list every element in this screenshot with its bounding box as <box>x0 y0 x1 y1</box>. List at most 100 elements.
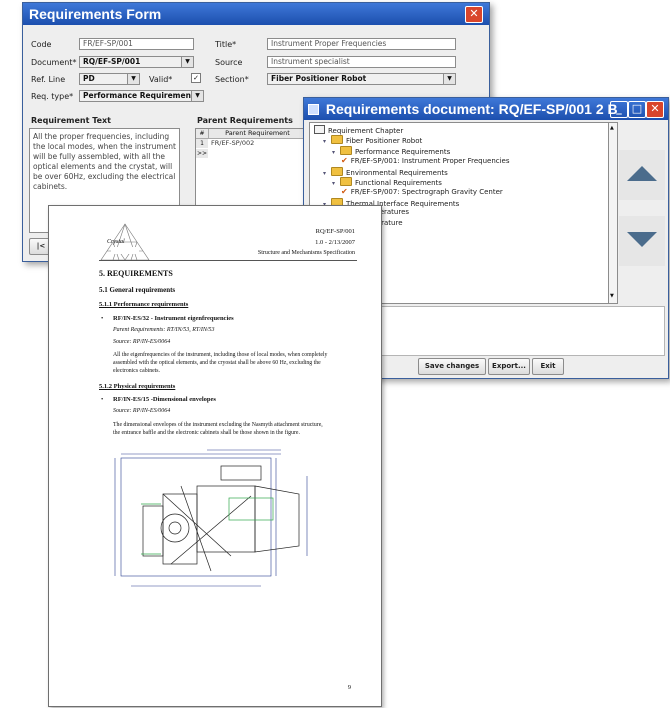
req1-body-line: electronics cabinets. <box>113 368 160 374</box>
folder-icon <box>331 135 343 145</box>
chevron-down-icon[interactable]: ▼ <box>191 91 203 101</box>
reqtype-combo[interactable]: Performance Requirement ▼ <box>79 90 204 102</box>
engineering-drawing <box>114 449 308 587</box>
doc-code: RQ/EF-SP/001 <box>315 228 355 235</box>
folder-icon <box>331 166 343 176</box>
expand-toggle-icon[interactable]: ▾ <box>323 169 331 178</box>
doc-version: 1.0 - 2/13/2007 <box>315 239 355 246</box>
tree-node[interactable]: ✔ FR/EF-SP/001: Instrument Proper Frequen… <box>341 156 510 166</box>
req2-source: Source: RP/IN-ES/0064 <box>113 408 171 414</box>
tree-node[interactable]: ✔ FR/EF-SP/007: Spectrograph Gravity Cent… <box>341 187 503 197</box>
move-up-button[interactable] <box>619 150 665 200</box>
tree-node-label: Functional Requirements <box>355 179 442 187</box>
header-rule <box>99 260 357 261</box>
save-changes-button[interactable]: Save changes <box>418 358 486 375</box>
row-name: FR/EF-SP/002 <box>211 139 255 147</box>
req2-body-line: The dimensional envelopes of the instrum… <box>113 422 323 428</box>
root-folder-icon <box>314 125 325 134</box>
tree-node-label: Environmental Requirements <box>346 168 448 177</box>
add-parent-button[interactable]: >> <box>196 149 208 158</box>
req2-body-line: the entrance baffle and the electronic c… <box>113 430 300 436</box>
arrow-up-icon <box>627 166 657 181</box>
logo-text: Crystal <box>107 239 125 245</box>
parent-heading: Parent Requirements <box>197 116 293 125</box>
code-label: Code <box>31 40 52 49</box>
doc-subject: Structure and Mechanisms Specification <box>257 250 355 256</box>
tree-scrollbar[interactable]: ▲ ▼ <box>608 122 618 304</box>
export-button[interactable]: Export... <box>488 358 530 375</box>
requirement-check-icon: ✔ <box>341 156 348 166</box>
section-label: Section* <box>215 75 249 84</box>
doc-title: Requirements document: RQ/EF-SP/001 2 B <box>325 101 618 117</box>
tree-node-label: FR/EF-SP/001: Instrument Proper Frequenc… <box>350 157 510 166</box>
title-label: Title* <box>215 40 237 49</box>
exit-button[interactable]: Exit <box>532 358 564 375</box>
refline-label: Ref. Line <box>31 75 66 84</box>
chevron-down-icon[interactable]: ▼ <box>127 74 139 84</box>
chevron-down-icon[interactable]: ▼ <box>181 57 193 67</box>
tree-node-label: Performance Requirements <box>355 147 451 156</box>
req1-title: RF/IN-ES/32 - Instrument eigenfrequencie… <box>113 315 234 322</box>
reqtext-heading: Requirement Text <box>31 116 111 125</box>
document-combo[interactable]: RQ/EF-SP/001 ▼ <box>79 56 194 68</box>
row-num: 1 <box>196 139 208 148</box>
form-title: Requirements Form <box>29 6 162 22</box>
doc-titlebar[interactable]: Requirements document: RQ/EF-SP/001 2 B … <box>304 98 668 120</box>
tree-node[interactable]: ▾ Functional Requirements <box>332 177 442 188</box>
section-title: 5. REQUIREMENTS <box>99 269 173 278</box>
printed-page: Crystal RQ/EF-SP/001 1.0 - 2/13/2007 Str… <box>48 205 382 707</box>
document-value: RQ/EF-SP/001 <box>83 57 141 66</box>
code-field[interactable]: FR/EF-SP/001 <box>79 38 194 50</box>
minimize-icon[interactable]: _ <box>610 101 628 118</box>
bullet-2: • <box>101 396 104 403</box>
valid-label: Valid* <box>149 75 173 84</box>
expand-toggle-icon[interactable]: ▾ <box>332 179 340 188</box>
parent-col-name: Parent Requirement <box>209 129 306 139</box>
bullet-1: • <box>101 315 104 322</box>
form-titlebar[interactable]: Requirements Form ✕ <box>23 3 489 25</box>
close-icon[interactable]: ✕ <box>465 6 483 23</box>
req2-title: RF/IN-ES/15 -Dimensional envelopes <box>113 396 216 403</box>
move-down-button[interactable] <box>619 216 665 266</box>
expand-toggle-icon[interactable]: ▾ <box>323 137 331 146</box>
parent-col-num: # <box>196 129 209 139</box>
folder-icon <box>340 177 352 186</box>
tree-node[interactable]: ▾ Performance Requirements <box>332 145 451 157</box>
reqtype-value: Performance Requirement <box>83 91 195 100</box>
req1-body-line: All the eigenfrequencies of the instrume… <box>113 352 328 358</box>
scroll-down-icon[interactable]: ▼ <box>610 293 614 299</box>
tree-node-label: Fiber Positioner Robot <box>346 137 423 146</box>
section-value: Fiber Positioner Robot <box>271 74 367 83</box>
document-label: Document* <box>31 58 77 67</box>
chevron-down-icon[interactable]: ▼ <box>443 74 455 84</box>
tree-node-label: Requirement Chapter <box>328 127 404 135</box>
req1-body-line: assembled with the optical elements, and… <box>113 360 321 366</box>
refline-value: PD <box>83 74 95 83</box>
folder-icon <box>340 145 352 155</box>
table-row[interactable]: 1 FR/EF-SP/002 <box>196 139 306 148</box>
arrow-down-icon <box>627 232 657 247</box>
window-icon <box>308 104 319 115</box>
title-field[interactable]: Instrument Proper Frequencies <box>267 38 456 50</box>
subsection-5-1: 5.1 General requirements <box>99 286 176 294</box>
source-label: Source <box>215 58 243 67</box>
expand-toggle-icon[interactable]: ▾ <box>332 148 340 157</box>
subsection-5-1-1: 5.1.1 Performance requirements <box>99 301 189 308</box>
source-field[interactable]: Instrument specialist <box>267 56 456 68</box>
valid-checkbox[interactable]: ✓ <box>191 73 201 83</box>
close-icon[interactable]: ✕ <box>646 101 664 118</box>
page-number: 9 <box>347 684 351 691</box>
req1-parents: Parent Requirements: RT/IN/53, RT/IN/53 <box>113 327 215 333</box>
subsection-5-1-2: 5.1.2 Physical requirements <box>99 383 176 390</box>
scroll-up-icon[interactable]: ▲ <box>610 125 614 131</box>
requirement-check-icon: ✔ <box>341 187 348 197</box>
tree-node-label: FR/EF-SP/007: Spectrograph Gravity Cente… <box>350 188 503 197</box>
tree-node[interactable]: ▾ Environmental Requirements <box>323 166 448 178</box>
reqtype-label: Req. type* <box>31 92 74 101</box>
refline-combo[interactable]: PD ▼ <box>79 73 140 85</box>
tree-node[interactable]: Requirement Chapter <box>314 125 403 136</box>
req1-source: Source: RP/IN-ES/0064 <box>113 339 171 345</box>
section-combo[interactable]: Fiber Positioner Robot ▼ <box>267 73 456 85</box>
tree-node[interactable]: ▾ Fiber Positioner Robot <box>323 135 422 146</box>
maximize-icon[interactable]: □ <box>628 101 646 118</box>
